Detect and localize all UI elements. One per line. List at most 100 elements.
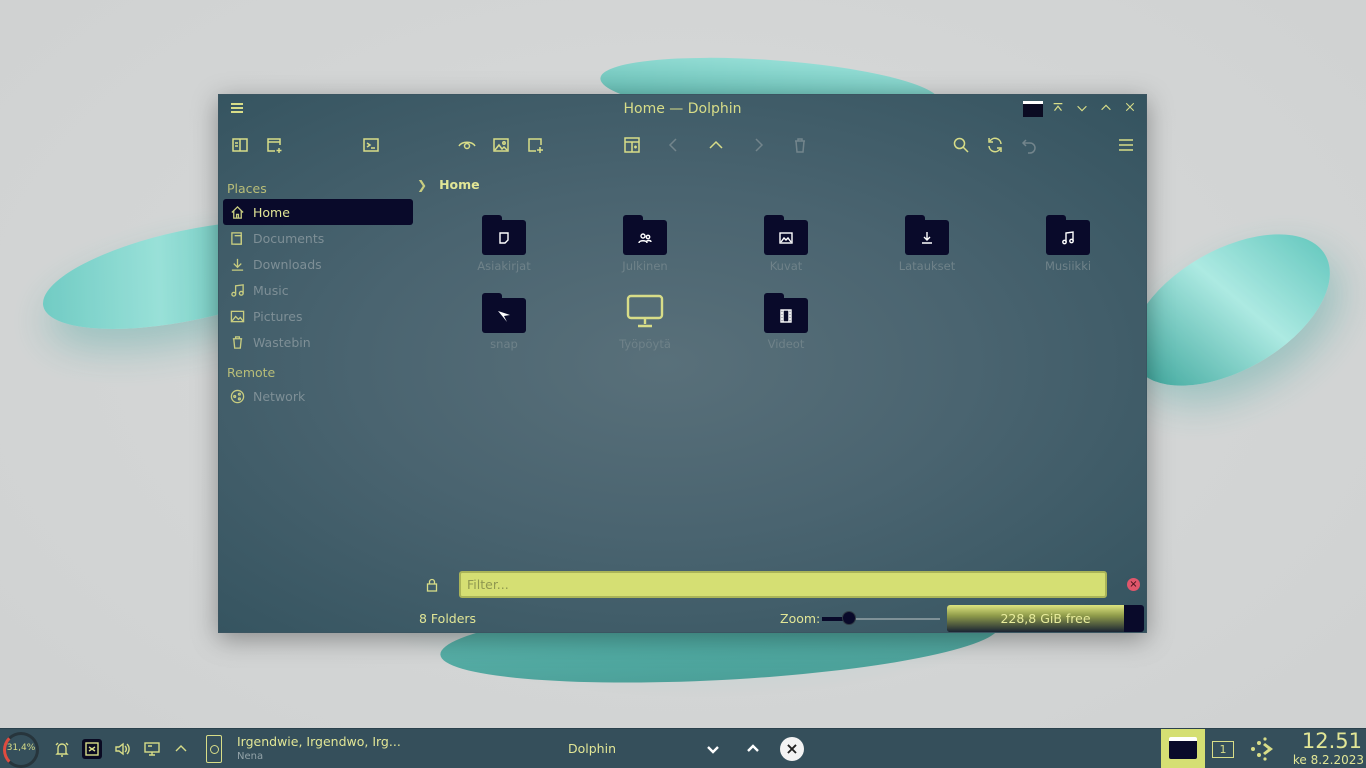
folder-asiakirjat[interactable]: Asiakirjat (459, 215, 549, 273)
snap-folder-icon (482, 293, 526, 333)
virtual-desktop-pager[interactable]: 1 (1212, 741, 1234, 758)
media-artist: Nena (237, 751, 264, 762)
image-preview-icon[interactable] (491, 135, 511, 155)
clear-filter-icon[interactable]: × (1127, 578, 1140, 591)
breadcrumb[interactable]: ❯ Home (417, 177, 480, 192)
zoom-label: Zoom: (780, 611, 821, 626)
forward-icon[interactable] (748, 135, 768, 155)
network-icon (229, 388, 245, 404)
sidebar-item-wastebin[interactable]: Wastebin (223, 329, 413, 355)
videos-folder-icon (764, 293, 808, 333)
terminal-icon[interactable] (361, 135, 381, 155)
folder-name: Asiakirjat (477, 259, 531, 273)
clock-time[interactable]: 12.51 (1290, 729, 1362, 753)
free-space-indicator[interactable]: 228,8 GiB free (947, 605, 1144, 632)
cpu-load-text: 31,4% (6, 743, 36, 753)
free-space-text: 228,8 GiB free (1000, 611, 1091, 626)
chevron-down-icon[interactable] (703, 739, 723, 759)
sidebar-item-label: Documents (253, 230, 325, 246)
folder-name: snap (490, 337, 518, 351)
document-folder-icon (482, 215, 526, 255)
media-player-icon[interactable] (206, 735, 222, 763)
media-title[interactable]: Irgendwie, Irgendwo, Irg... (237, 734, 401, 749)
panels-icon[interactable] (622, 135, 642, 155)
documents-icon (229, 230, 245, 246)
undo-icon[interactable] (1019, 135, 1039, 155)
music-icon (229, 282, 245, 298)
sidebar-item-network[interactable]: Network (223, 383, 413, 409)
app-launcher-icon[interactable] (1250, 737, 1276, 761)
chevron-up-icon[interactable] (743, 739, 763, 759)
pictures-icon (229, 308, 245, 324)
task-dolphin[interactable]: Dolphin (568, 741, 616, 756)
delete-icon[interactable] (790, 135, 810, 155)
notifications-bell-icon[interactable] (52, 739, 72, 759)
app-window-icon[interactable] (1023, 101, 1043, 117)
wastebin-icon (229, 334, 245, 350)
keep-above-icon[interactable] (1050, 101, 1066, 117)
minimize-icon[interactable] (1074, 101, 1090, 117)
clipboard-icon[interactable] (82, 739, 102, 759)
sidebar-item-documents[interactable]: Documents (223, 225, 413, 251)
window-title: Home — Dolphin (623, 101, 742, 117)
clock-date[interactable]: ke 8.2.2023 (1278, 753, 1364, 767)
folder-musiikki[interactable]: Musiikki (1023, 215, 1113, 273)
taskbar: 31,4% Irgendwie, Irgendwo, Irg... Nena D… (0, 728, 1366, 768)
title-bar[interactable]: Home — Dolphin (219, 95, 1146, 123)
music-folder-icon (1046, 215, 1090, 255)
new-file-icon[interactable] (525, 135, 545, 155)
close-icon[interactable] (1122, 101, 1138, 117)
chevron-right-icon[interactable]: ❯ (417, 178, 427, 192)
folder-lataukset[interactable]: Lataukset (882, 215, 972, 273)
sidebar-item-pictures[interactable]: Pictures (223, 303, 413, 329)
up-icon[interactable] (706, 135, 726, 155)
sidebar-item-label: Pictures (253, 308, 303, 324)
chevron-up-icon[interactable] (171, 739, 191, 759)
folder-snap[interactable]: snap (459, 293, 549, 351)
new-tab-icon[interactable] (264, 135, 284, 155)
sidebar-item-downloads[interactable]: Downloads (223, 251, 413, 277)
volume-icon[interactable] (112, 739, 132, 759)
display-icon[interactable] (142, 739, 162, 759)
folder-tyopoyta[interactable]: Työpöytä (600, 293, 690, 351)
public-folder-icon (623, 215, 667, 255)
folder-kuvat[interactable]: Kuvat (741, 215, 831, 273)
desktop-monitor-icon (623, 293, 667, 333)
folder-julkinen[interactable]: Julkinen (600, 215, 690, 273)
zoom-slider-handle[interactable] (842, 611, 857, 625)
sidebar-item-label: Home (253, 204, 290, 220)
dolphin-window: Home — Dolphin Places Home Documents Dow… (218, 94, 1147, 633)
remote-header: Remote (227, 365, 276, 380)
places-header: Places (227, 181, 267, 196)
folder-name: Videot (767, 337, 805, 351)
home-icon (229, 204, 245, 220)
folder-videot[interactable]: Videot (741, 293, 831, 351)
folder-name: Työpöytä (619, 337, 671, 351)
maximize-icon[interactable] (1098, 101, 1114, 117)
folder-name: Kuvat (769, 259, 803, 273)
back-icon[interactable] (664, 135, 684, 155)
pictures-folder-icon (764, 215, 808, 255)
sidebar-item-label: Music (253, 282, 289, 298)
sidebar-item-label: Network (253, 388, 306, 404)
reload-icon[interactable] (985, 135, 1005, 155)
preview-eye-icon[interactable] (457, 135, 477, 155)
sidebar-item-music[interactable]: Music (223, 277, 413, 303)
close-task-icon[interactable]: × (780, 737, 804, 761)
breadcrumb-current[interactable]: Home (439, 177, 480, 192)
downloads-icon (229, 256, 245, 272)
split-view-icon[interactable] (230, 135, 250, 155)
sidebar-item-home[interactable]: Home (223, 199, 413, 225)
filter-input[interactable] (459, 571, 1107, 598)
folder-name: Julkinen (622, 259, 668, 273)
sidebar-item-label: Downloads (253, 256, 322, 272)
sidebar-item-label: Wastebin (253, 334, 311, 350)
hamburger-menu-icon[interactable] (1116, 135, 1136, 155)
folder-name: Musiikki (1044, 259, 1092, 273)
window-icon (1169, 737, 1197, 759)
places-panel: Places Home Documents Downloads Music Pi… (223, 179, 413, 409)
lock-icon[interactable] (425, 577, 439, 592)
main-toolbar (219, 129, 1146, 161)
search-icon[interactable] (951, 135, 971, 155)
active-window-task[interactable] (1161, 729, 1205, 768)
